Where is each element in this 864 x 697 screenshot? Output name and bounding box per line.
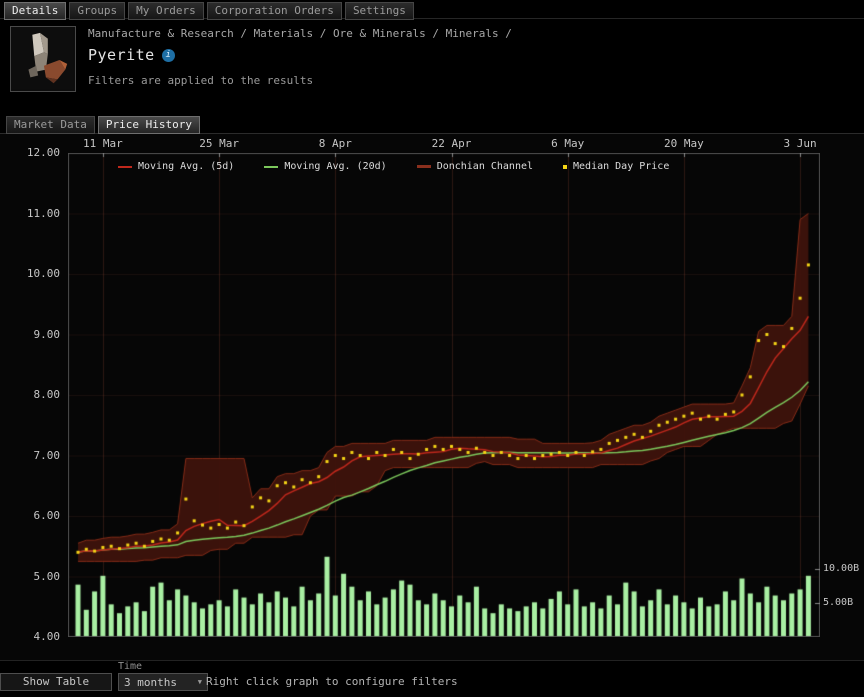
tab-price-history[interactable]: Price History [97,116,200,134]
x-axis-tick-label: 25 Mar [199,137,239,150]
legend-label: Moving Avg. (5d) [138,161,235,172]
x-axis-tick-label: 6 May [551,137,585,150]
filters-note: Filters are applied to the results [88,74,314,87]
x-axis-tick-label: 20 May [664,137,704,150]
time-label: Time [118,661,143,672]
x-axis-tick-label: 11 Mar [83,137,123,150]
legend-label: Moving Avg. (20d) [284,161,387,172]
y-axis-tick-label: 8.00 [33,388,61,401]
chart-legend: Moving Avg. (5d) Moving Avg. (20d) Donch… [118,161,669,172]
legend-median-day-price: Median Day Price [563,161,669,172]
pyerite-item-icon[interactable] [10,26,76,92]
chevron-down-icon: ▼ [197,678,202,686]
pyerite-ore-graphic [11,27,73,89]
y-axis-tick-label: 11.00 [26,206,60,220]
y-axis-tick-label: 10.00 [26,267,60,280]
x-axis-tick-label: 3 Jun [783,137,817,150]
volume-axis-tick-label: 10.00B [823,563,860,574]
legend-label: Donchian Channel [436,161,534,172]
time-range-value: 3 months [124,675,177,689]
price-chart-canvas[interactable] [68,153,820,637]
ma5-line-swatch [118,165,132,168]
time-range-select[interactable]: 3 months ▼ [118,673,208,691]
legend-donchian-channel: Donchian Channel [416,161,534,172]
y-axis-tick-label: 7.00 [33,448,61,462]
configure-hint: Right click graph to configure filters [206,675,458,688]
y-axis-tick-label: 9.00 [33,327,61,341]
y-axis-tick-label: 5.00 [33,569,61,583]
footer: Show Table Time 3 months ▼ Right click g… [0,660,864,697]
volume-axis-tick-label: 5.00B [823,597,854,608]
show-table-button[interactable]: Show Table [0,673,112,691]
x-axis-tick-label: 8 Apr [318,137,352,150]
ma20-line-swatch [264,165,279,168]
legend-moving-avg-20d: Moving Avg. (20d) [264,161,387,172]
subtabbar: Market Data Price History [6,116,200,134]
price-history-chart: Moving Avg. (5d) Moving Avg. (20d) Donch… [0,133,864,661]
title-row: Pyerite i [88,46,175,64]
tab-market-data[interactable]: Market Data [6,116,95,134]
median-dot-swatch [563,164,568,169]
tab-settings[interactable]: Settings [344,2,414,20]
breadcrumb[interactable]: Manufacture & Research / Materials / Ore… [88,27,512,40]
top-tabbar: Details Groups My Orders Corporation Ord… [4,2,414,20]
tab-details[interactable]: Details [4,2,67,20]
donchian-band-swatch [416,165,431,168]
info-icon[interactable]: i [161,48,175,62]
tab-corporation-orders[interactable]: Corporation Orders [206,2,342,20]
x-axis-tick-label: 22 Apr [431,137,472,150]
tab-my-orders[interactable]: My Orders [128,2,204,20]
y-axis-tick-label: 4.00 [33,630,61,643]
y-axis-tick-label: 6.00 [33,509,61,522]
eve-market-window: Details Groups My Orders Corporation Ord… [0,0,864,697]
page-title: Pyerite [88,46,155,64]
y-axis-tick-label: 12.00 [26,146,60,159]
legend-moving-avg-5d: Moving Avg. (5d) [118,161,234,172]
legend-label: Median Day Price [573,161,670,172]
tab-groups[interactable]: Groups [69,2,126,20]
